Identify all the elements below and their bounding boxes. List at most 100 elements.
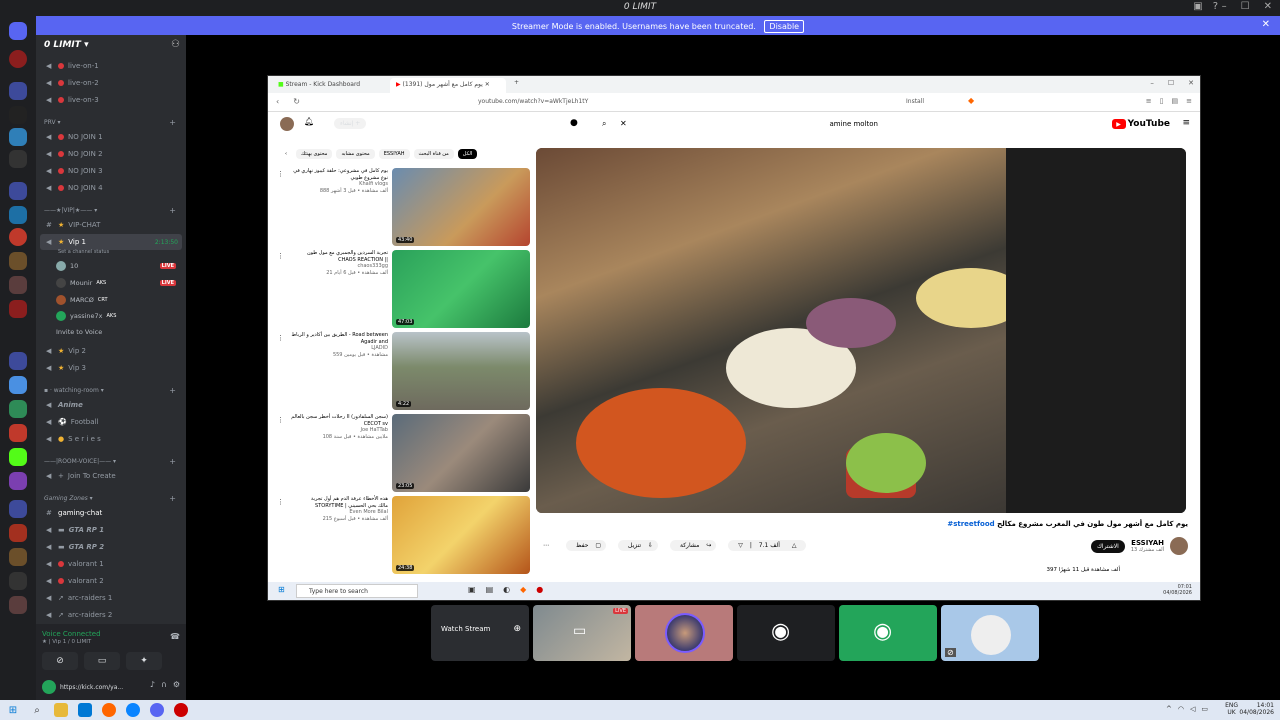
channel-vip-chat[interactable]: # ★ VIP-CHAT	[40, 217, 182, 233]
server-icon[interactable]	[9, 128, 27, 146]
thumbnail[interactable]	[392, 250, 530, 328]
invite-to-voice[interactable]: Invite to Voice	[56, 325, 182, 339]
search-input[interactable]: ⌕ ✕ amine molton	[598, 117, 888, 133]
edge-icon[interactable]: ◐	[503, 585, 510, 594]
channel-series[interactable]: ◀ ● S e r i e s	[40, 431, 182, 447]
server-icon[interactable]	[9, 150, 27, 168]
windows-start-icon[interactable]: ⊞	[6, 703, 20, 717]
channel-vip-1[interactable]: ◀ ★ Vip 1 2:13:50	[40, 234, 182, 250]
guild-header[interactable]: 0 LIMIT ▾ ⚇	[36, 35, 186, 57]
channel-no-join-4[interactable]: ◀ NO JOIN 4	[40, 180, 182, 196]
add-channel-icon[interactable]: +	[169, 457, 176, 466]
server-icon[interactable]	[9, 82, 27, 100]
server-icon[interactable]	[9, 352, 27, 370]
more-icon[interactable]: ⋯	[538, 540, 554, 551]
channel-football[interactable]: ◀ ⚽ Football	[40, 414, 182, 430]
kick-icon[interactable]	[9, 448, 27, 466]
more-icon[interactable]: ⋮	[277, 170, 284, 178]
voice-member[interactable]: MARCØ CRT	[56, 293, 182, 307]
server-icon[interactable]	[9, 276, 27, 294]
recommended-video[interactable]: ⋮ الطريق بين أكادير و الرباط - Road betw…	[274, 332, 530, 410]
wallet-icon[interactable]: ▤	[1172, 97, 1179, 105]
more-icon[interactable]: ⋮	[277, 252, 284, 260]
reload-icon[interactable]: ↻	[293, 97, 300, 106]
windows-start-icon[interactable]: ⊞	[278, 585, 285, 594]
channel-no-join-1[interactable]: ◀ NO JOIN 1	[40, 129, 182, 145]
channel-vip-2[interactable]: ◀ ★ Vip 2	[40, 343, 182, 359]
search-icon[interactable]: ⌕	[30, 703, 44, 717]
stream-view[interactable]: ■ Stream - Kick Dashboard ▶ (1391) يوم ك…	[267, 75, 1201, 601]
server-icon[interactable]	[9, 596, 27, 614]
store-icon[interactable]: ▤	[486, 585, 494, 594]
voice-member[interactable]: Mounir AKS LIVE	[56, 276, 182, 290]
chip[interactable]: ESSIYAH	[378, 149, 410, 159]
tab-youtube[interactable]: ▶ (1391) يوم كامل مع أشهر مول ✕	[390, 78, 506, 93]
disconnect-icon[interactable]: ☎	[170, 632, 180, 641]
edge-icon[interactable]	[126, 703, 140, 717]
minimize-button[interactable]: –	[1150, 79, 1154, 87]
create-button[interactable]: إنشاء +	[334, 118, 367, 129]
voice-member[interactable]: 10 LIVE	[56, 259, 182, 273]
channel-arc-raiders-1[interactable]: ◀ ➚ arc-raiders 1	[40, 590, 182, 606]
mic-icon[interactable]: ●	[570, 118, 578, 128]
stream-preview-tile[interactable]: LIVE ▭	[533, 605, 631, 661]
server-icon[interactable]	[9, 252, 27, 270]
channel-avatar[interactable]	[1170, 537, 1188, 555]
add-channel-icon[interactable]: +	[169, 118, 176, 127]
user-tile[interactable]: ⊘	[941, 605, 1039, 661]
brave-shield-icon[interactable]: ◆	[968, 96, 974, 105]
recommended-video[interactable]: ⋮ تجربة السردين والجمبري مع مول طون CHAO…	[274, 250, 530, 328]
watch-stream-tile[interactable]: Watch Stream ⊕	[431, 605, 529, 661]
help-icon[interactable]: ?	[1213, 1, 1218, 12]
download-button[interactable]: تنزيل ⇩	[618, 540, 658, 551]
server-icon[interactable]	[9, 472, 27, 490]
add-channel-icon[interactable]: +	[169, 206, 176, 215]
system-clock[interactable]: 14:01 04/08/2026	[1239, 702, 1274, 716]
minimize-button[interactable]: –	[1222, 1, 1227, 12]
brave-icon[interactable]	[102, 703, 116, 717]
add-channel-icon[interactable]: +	[169, 494, 176, 503]
add-member-icon[interactable]: ⚇	[171, 39, 180, 50]
user-panel[interactable]: https://kick.com/ya...	[42, 680, 123, 694]
voice-member[interactable]: yassine7x AKS	[56, 309, 182, 323]
activities-icon[interactable]: ✦	[126, 652, 162, 670]
chip[interactable]: محتوى بهنئك	[296, 149, 333, 159]
mic-icon[interactable]: ♪	[150, 680, 155, 689]
channel-name[interactable]: ESSIYAH	[1131, 539, 1164, 547]
close-button[interactable]: ✕	[1188, 79, 1194, 87]
server-icon[interactable]	[9, 300, 27, 318]
server-icon[interactable]	[9, 400, 27, 418]
server-icon[interactable]	[9, 206, 27, 224]
channel-live-on-3[interactable]: ◀ live-on-3	[40, 92, 182, 108]
home-icon[interactable]	[9, 22, 27, 40]
brave-icon[interactable]: ◆	[520, 585, 526, 594]
more-icon[interactable]: ⋮	[277, 416, 284, 424]
reading-list-icon[interactable]: ≡	[1146, 97, 1152, 105]
server-icon[interactable]	[9, 106, 27, 124]
server-icon[interactable]	[9, 500, 27, 518]
maximize-button[interactable]: ☐	[1168, 79, 1174, 87]
channel-arc-raiders-2[interactable]: ◀ ➚ arc-raiders 2	[40, 607, 182, 623]
recommended-video[interactable]: ⋮ يوم كامل في مشروعي: حلقة كيبوز نهاري ف…	[274, 168, 530, 246]
thumbnail[interactable]	[392, 496, 530, 574]
channel-vip-3[interactable]: ◀ ★ Vip 3	[40, 360, 182, 376]
screen-share-icon[interactable]: ▭	[84, 652, 120, 670]
file-explorer-icon[interactable]	[54, 703, 68, 717]
chip-selected[interactable]: الكل	[457, 149, 478, 159]
close-button[interactable]: ✕	[1264, 1, 1272, 12]
channel-gaming-chat[interactable]: # gaming-chat	[40, 505, 182, 521]
server-icon[interactable]	[9, 524, 27, 542]
more-icon[interactable]: ⋮	[277, 498, 284, 506]
maximize-button[interactable]: ☐	[1241, 1, 1250, 12]
chevron-left-icon[interactable]: ‹	[280, 149, 292, 159]
server-icon[interactable]	[9, 228, 27, 246]
recommended-video[interactable]: ⋮ هذه الأخطاء عرفة الدم هم أول تجربة STO…	[274, 496, 530, 574]
server-icon[interactable]	[9, 50, 27, 68]
language-indicator[interactable]: ENG UK	[1225, 702, 1238, 716]
server-icon[interactable]	[9, 424, 27, 442]
install-button[interactable]: Install	[906, 98, 924, 105]
wifi-icon[interactable]: ◠	[1178, 705, 1184, 713]
more-icon[interactable]: ⋮	[277, 334, 284, 342]
thumbnail[interactable]	[392, 332, 530, 410]
battery-icon[interactable]: ▭	[1201, 705, 1208, 713]
